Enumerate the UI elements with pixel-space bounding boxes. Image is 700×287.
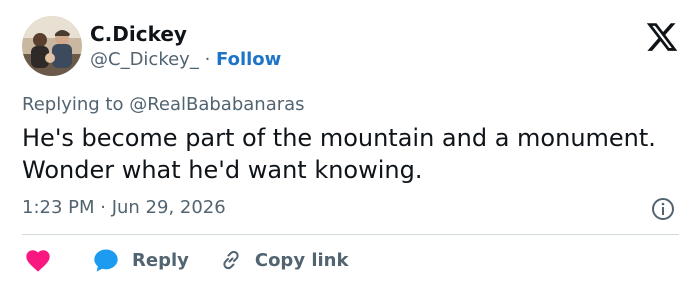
link-icon	[223, 250, 239, 270]
replying-to-prefix: Replying to	[22, 94, 130, 115]
reply-bubble-icon	[94, 249, 118, 272]
divider	[22, 234, 679, 235]
avatar-photo	[22, 16, 82, 76]
like-button[interactable]	[22, 247, 52, 273]
tweet-text: He's become part of the mountain and a m…	[22, 124, 656, 184]
avatar[interactable]	[22, 16, 82, 76]
heart-icon	[26, 250, 50, 272]
handle-separator: ·	[198, 49, 217, 70]
author-handle[interactable]: @C_Dickey_	[90, 49, 199, 70]
tweet-timestamp[interactable]: 1:23 PM · Jun 29, 2026	[22, 196, 226, 220]
author-info: C.Dickey @C_Dickey_ · Follow	[90, 22, 281, 72]
author-handle-row: @C_Dickey_ · Follow	[90, 48, 281, 72]
author-display-name[interactable]: C.Dickey	[90, 22, 281, 46]
x-logo-icon[interactable]	[645, 20, 679, 54]
reply-target-link[interactable]: @RealBababanaras	[129, 94, 304, 115]
reply-label: Reply	[132, 249, 189, 271]
reply-button[interactable]: Reply	[92, 247, 189, 273]
action-bar: Reply Copy link	[22, 244, 348, 276]
copy-link-label: Copy link	[254, 249, 349, 271]
follow-button[interactable]: Follow	[216, 49, 281, 70]
replying-to: Replying to @RealBababanaras	[22, 92, 305, 118]
copy-link-button[interactable]: Copy link	[219, 248, 349, 272]
info-icon[interactable]	[651, 197, 675, 221]
